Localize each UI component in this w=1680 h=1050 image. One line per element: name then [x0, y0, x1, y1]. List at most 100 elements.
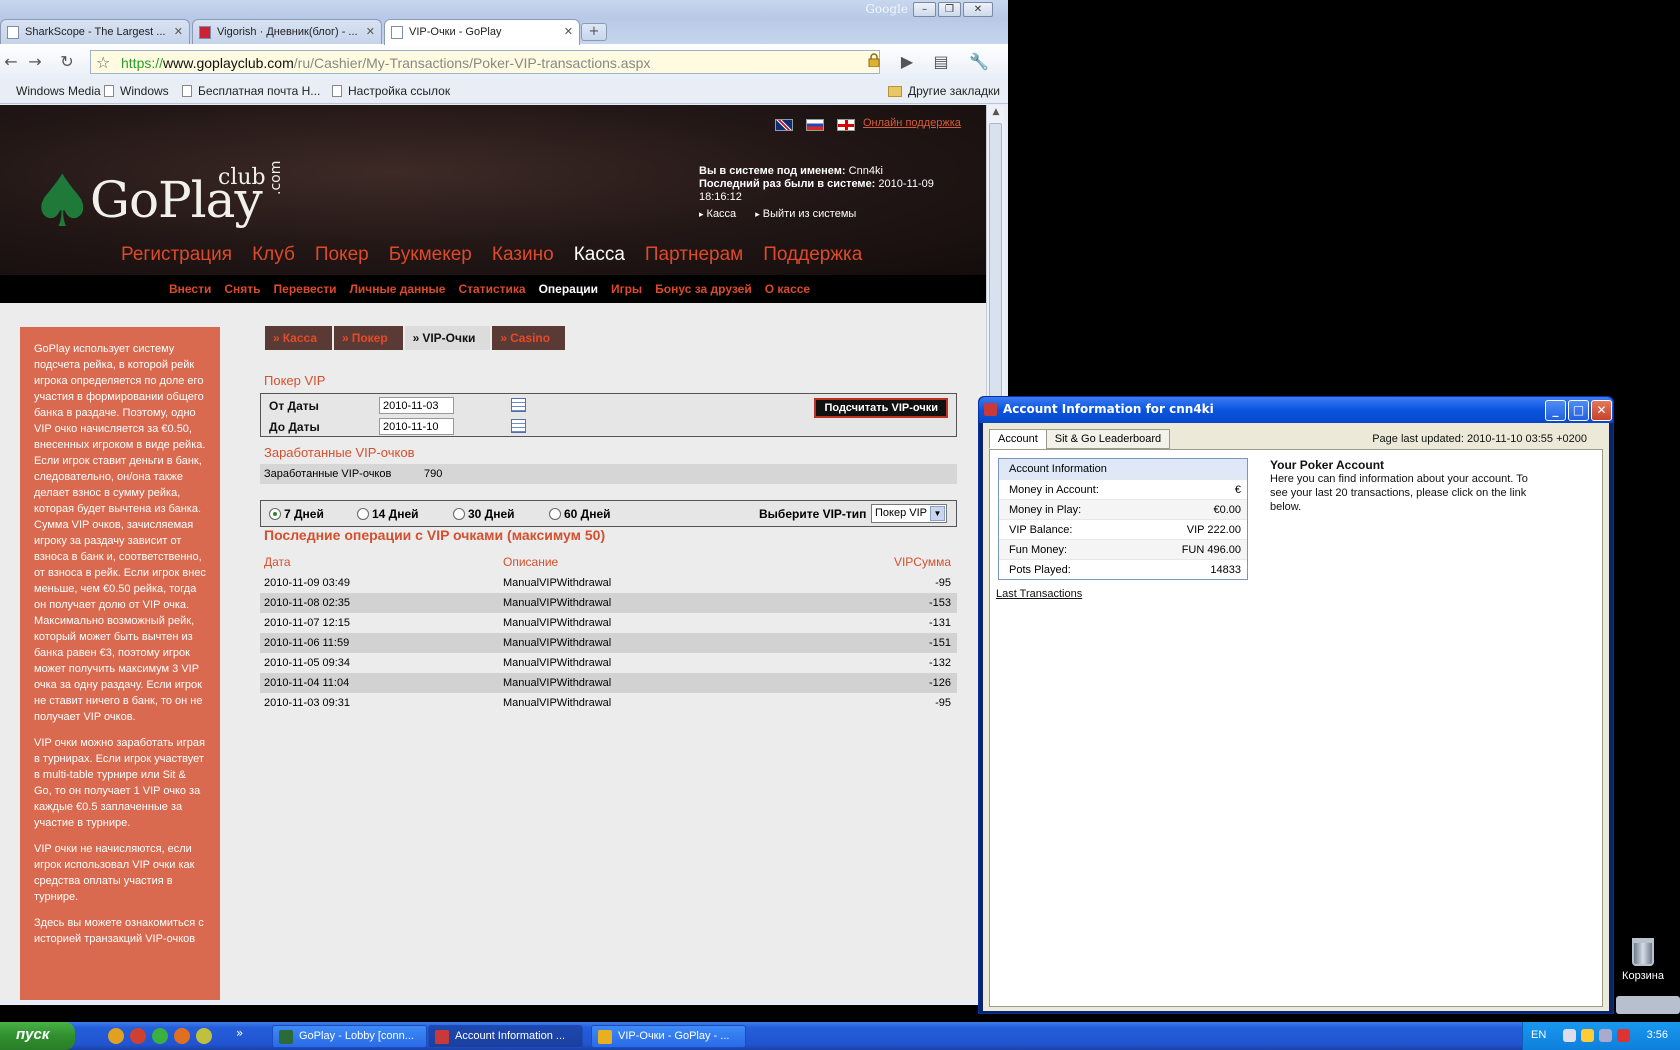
recycle-bin[interactable]: Корзина — [1618, 938, 1668, 982]
main-nav-item[interactable]: Букмекер — [389, 244, 472, 266]
goplay-logo[interactable]: ♠ GoPlay club .com — [30, 161, 290, 245]
viptype-value: Покер VIP — [875, 507, 927, 519]
maximize-button[interactable]: □ — [1568, 400, 1589, 421]
flag-uk-icon[interactable] — [775, 119, 793, 131]
flag-ru-icon[interactable] — [806, 119, 824, 131]
tray-icon[interactable] — [1617, 1029, 1630, 1042]
main-nav-item[interactable]: Покер — [315, 244, 369, 266]
calculate-vip-button[interactable]: Подсчитать VIP-очки — [814, 398, 948, 418]
calendar-icon[interactable] — [511, 398, 526, 412]
last-transactions-link[interactable]: Last Transactions — [996, 588, 1082, 600]
bookmark-item[interactable]: Windows Media — [16, 84, 101, 98]
tab-vigorish[interactable]: Vigorish · Дневник(блог) - ... ✕ — [192, 19, 382, 44]
tray-icon[interactable] — [1599, 1029, 1612, 1042]
quicklaunch-icon[interactable] — [108, 1028, 124, 1044]
tray-icon[interactable] — [1581, 1029, 1594, 1042]
page-icon — [332, 85, 342, 97]
page-menu-icon[interactable]: ▤ — [930, 51, 952, 73]
taskbar-task[interactable]: GoPlay - Lobby [conn... — [272, 1025, 427, 1048]
wrench-icon[interactable]: 🔧 — [968, 51, 990, 73]
bookmark-item[interactable]: Бесплатная почта Н... — [182, 84, 320, 98]
close-button[interactable]: ✕ — [1591, 400, 1612, 421]
close-tab-icon[interactable]: ✕ — [366, 25, 375, 38]
section-tab[interactable]: Casino — [492, 326, 566, 350]
main-nav-item[interactable]: Регистрация — [121, 244, 232, 266]
sub-nav-item[interactable]: О кассе — [765, 282, 810, 296]
floating-toolbar[interactable] — [1616, 996, 1680, 1014]
date-from-input[interactable] — [379, 397, 454, 414]
scroll-up-icon[interactable]: ▲ — [990, 107, 1002, 119]
chrome-icon[interactable] — [152, 1028, 168, 1044]
info-key: Pots Played: — [1009, 564, 1071, 576]
calendar-icon[interactable] — [511, 419, 526, 433]
flag-ge-icon[interactable] — [837, 119, 855, 131]
info-value: FUN 496.00 — [1181, 544, 1241, 556]
row-amount: -153 — [928, 597, 951, 609]
sub-nav-item[interactable]: Статистика — [458, 282, 525, 296]
period-radio[interactable]: 60 Дней — [549, 507, 611, 521]
quicklaunch-icon[interactable] — [130, 1028, 146, 1044]
start-button[interactable]: пуск — [0, 1022, 75, 1050]
ops-heading: Последние операции с VIP очками (максиму… — [264, 527, 606, 543]
tab-account[interactable]: Account — [989, 429, 1047, 449]
period-radio[interactable]: 14 Дней — [357, 507, 419, 521]
app-icon — [984, 403, 997, 416]
sub-nav-item[interactable]: Игры — [611, 282, 642, 296]
tray-icon[interactable] — [1563, 1029, 1576, 1042]
period-radio[interactable]: 7 Дней — [269, 507, 324, 521]
sub-nav-item[interactable]: Снять — [224, 282, 260, 296]
main-nav-item[interactable]: Партнерам — [645, 244, 743, 266]
expand-quicklaunch-icon[interactable]: » — [236, 1026, 243, 1040]
taskbar-task[interactable]: Account Information ... — [428, 1025, 583, 1048]
tab-sharkscope[interactable]: SharkScope - The Largest ... ✕ — [0, 19, 190, 44]
maximize-button[interactable]: ❐ — [938, 2, 961, 17]
sub-nav-item[interactable]: Перевести — [274, 282, 337, 296]
taskbar-task[interactable]: VIP-Очки - GoPlay - ... — [591, 1025, 746, 1048]
online-support-link[interactable]: Онлайн поддержка — [863, 117, 961, 129]
row-desc: ManualVIPWithdrawal — [503, 697, 612, 709]
close-tab-icon[interactable]: ✕ — [174, 25, 183, 38]
account-info-box: Account Information Money in Account: € Mo… — [998, 458, 1248, 580]
viptype-select[interactable]: Покер VIP ▼ — [871, 504, 947, 523]
other-bookmarks[interactable]: Другие закладки — [888, 84, 1000, 98]
start-label: пуск — [16, 1026, 50, 1043]
sub-nav-item[interactable]: Бонус за друзей — [655, 282, 752, 296]
section-tab[interactable]: Покер — [334, 326, 403, 350]
cashier-link[interactable]: Касса — [699, 208, 736, 220]
main-nav-item[interactable]: Клуб — [252, 244, 295, 266]
bookmark-item[interactable]: Настройка ссылок — [332, 84, 450, 98]
go-icon[interactable]: ▶ — [896, 51, 918, 73]
section-tab[interactable]: Касса — [265, 326, 332, 350]
language-indicator[interactable]: EN — [1531, 1029, 1546, 1041]
address-bar[interactable]: https://www.goplayclub.com/ru/Cashier/My… — [90, 50, 880, 74]
user-box: Вы в системе под именем: Cnn4ki Последни… — [699, 165, 949, 221]
logo-com: .com — [268, 160, 284, 195]
sub-nav-item[interactable]: Внести — [169, 282, 211, 296]
bookmark-item[interactable]: Windows — [104, 84, 169, 98]
minimize-button[interactable]: _ — [1545, 400, 1566, 421]
new-tab-button[interactable]: + — [581, 23, 607, 41]
main-nav-item[interactable]: Казино — [492, 244, 554, 266]
back-icon[interactable]: ← — [0, 51, 22, 73]
forward-icon[interactable]: → — [24, 51, 46, 73]
firefox-icon[interactable] — [174, 1028, 190, 1044]
tab-goplay-vip[interactable]: VIP-Очки - GoPlay ✕ — [384, 19, 580, 45]
account-description: Your Poker Account Here you can find inf… — [1270, 458, 1540, 514]
sub-nav-item[interactable]: Операции — [539, 282, 598, 296]
info-row: Pots Played: 14833 — [999, 559, 1247, 579]
reload-icon[interactable]: ↻ — [56, 51, 78, 73]
star-icon[interactable]: ☆ — [96, 53, 110, 72]
minimize-button[interactable]: – — [913, 2, 936, 17]
quicklaunch-icon[interactable] — [196, 1028, 212, 1044]
row-date: 2010-11-09 03:49 — [264, 577, 351, 589]
logout-link[interactable]: Выйти из системы — [755, 208, 856, 220]
main-nav-item[interactable]: Касса — [574, 244, 625, 266]
date-to-input[interactable] — [379, 418, 454, 435]
period-radio[interactable]: 30 Дней — [453, 507, 515, 521]
sub-nav-item[interactable]: Личные данные — [350, 282, 446, 296]
section-tab[interactable]: VIP-Очки — [404, 326, 491, 350]
main-nav-item[interactable]: Поддержка — [763, 244, 862, 266]
close-button[interactable]: ✕ — [963, 2, 993, 17]
tab-sng-leaderboard[interactable]: Sit & Go Leaderboard — [1045, 429, 1171, 449]
close-tab-icon[interactable]: ✕ — [564, 25, 573, 38]
